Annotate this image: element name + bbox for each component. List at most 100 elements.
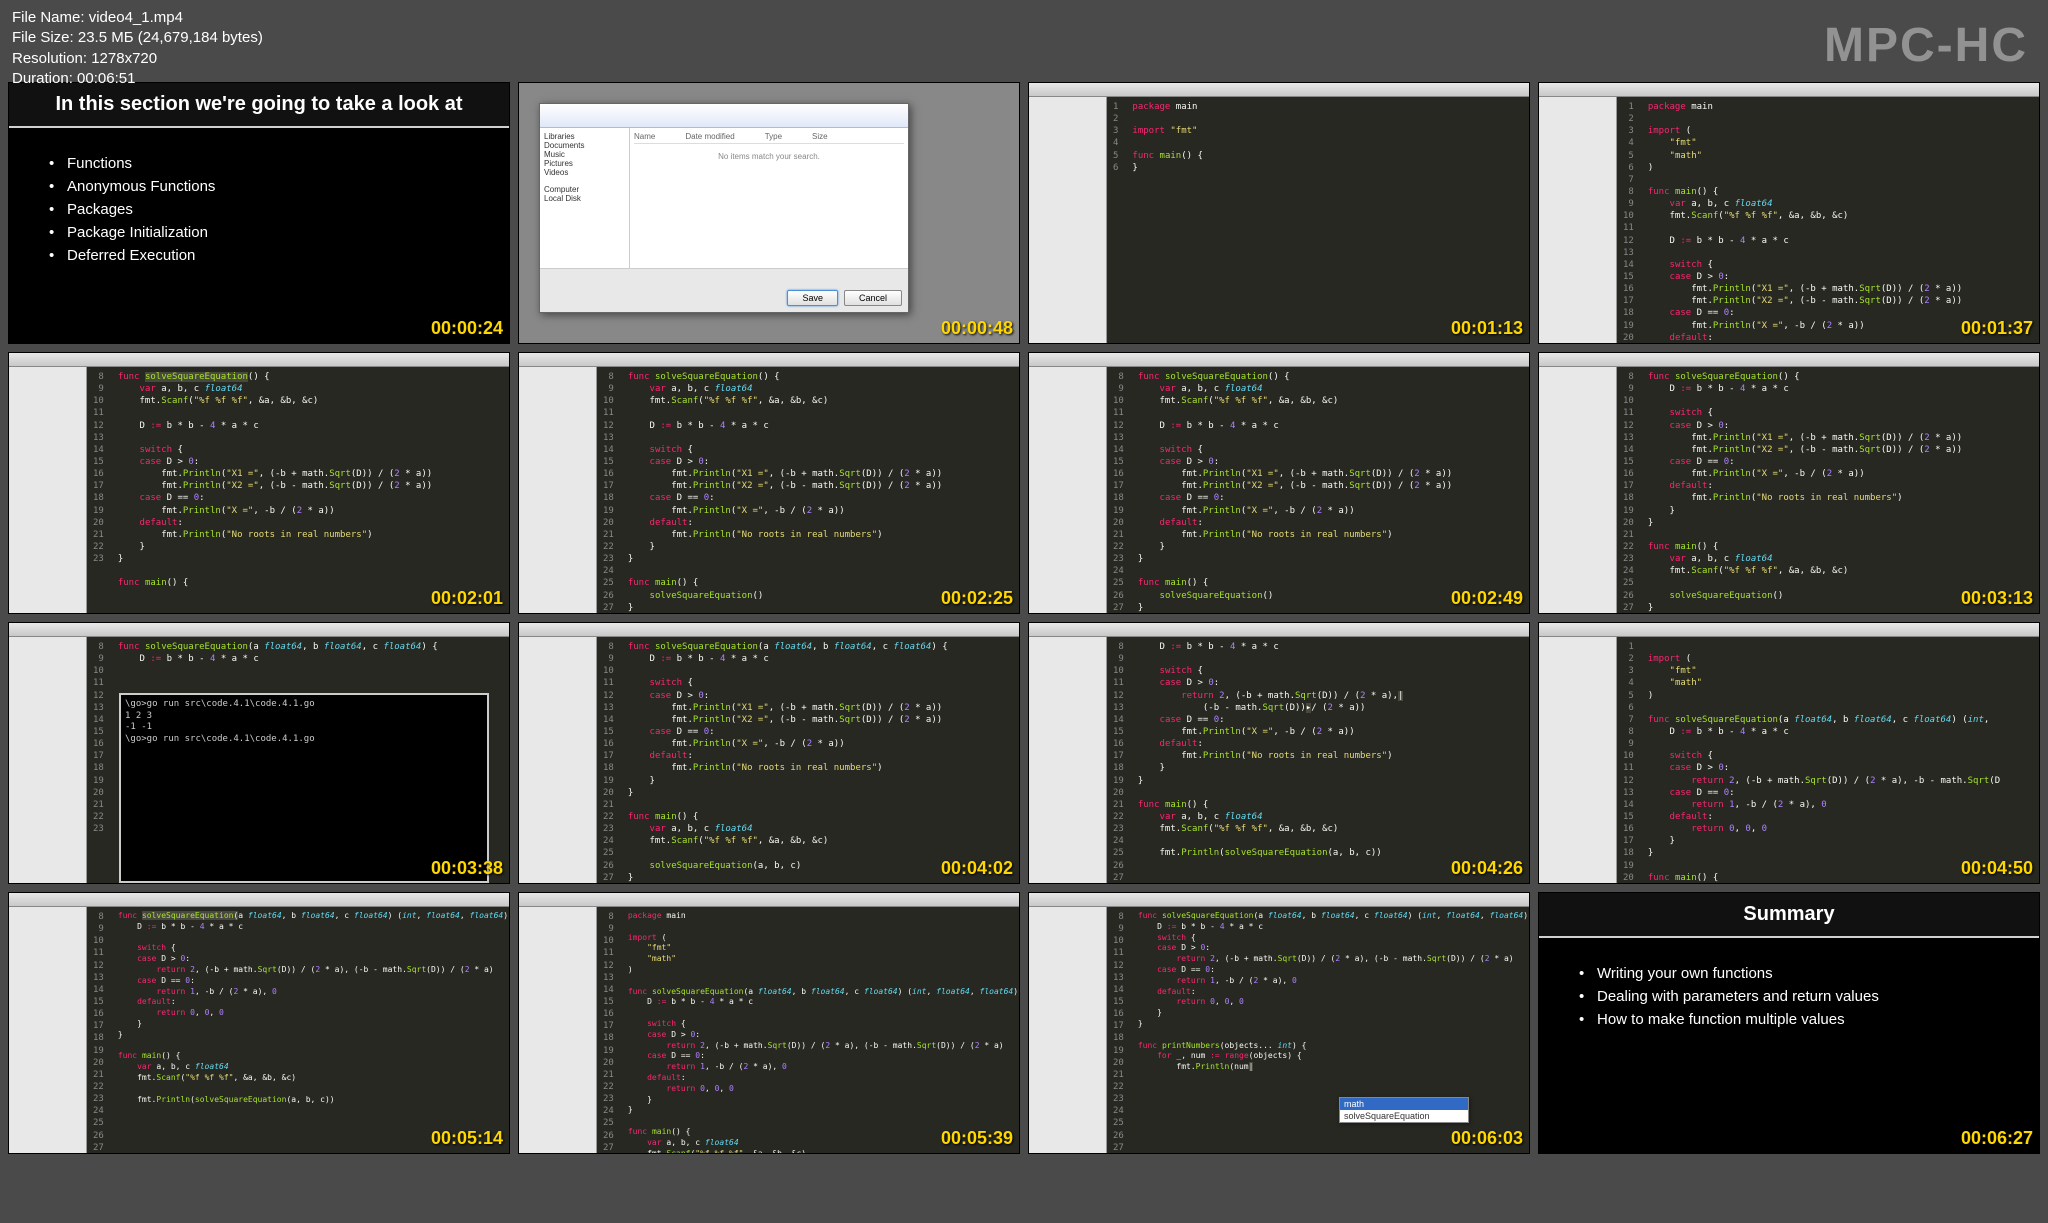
window-titlebar (519, 893, 1019, 907)
side-item[interactable]: Local Disk (544, 194, 625, 203)
autocomplete-dropdown[interactable]: math solveSquareEquation (1339, 1097, 1469, 1123)
gutter: 1 2 3 4 5 6 (1107, 97, 1124, 343)
thumb-2[interactable]: Libraries Documents Music Pictures Video… (518, 82, 1020, 344)
code[interactable]: package main import ( "fmt" "math" ) fun… (620, 907, 1019, 1153)
file-name: video4_1.mp4 (89, 9, 183, 26)
code[interactable]: import ( "fmt" "math" ) func solveSquare… (1640, 637, 2039, 883)
gutter: 1 2 3 4 5 6 7 8 9 10 11 12 13 14 15 16 1… (1617, 97, 1640, 343)
side-item[interactable]: Music (544, 150, 625, 159)
col[interactable]: Size (812, 132, 828, 141)
terminal[interactable]: \go>go run src\code.4.1\code.4.1.go1 2 3… (119, 693, 489, 883)
col[interactable]: Date modified (685, 132, 734, 141)
code[interactable]: package main import "fmt" func main() { … (1124, 97, 1529, 343)
window-titlebar (1029, 893, 1529, 907)
gutter: 8 9 10 11 12 13 14 15 16 17 18 19 20 21 … (597, 907, 620, 1153)
editor-sidebar[interactable] (1029, 907, 1107, 1153)
window-titlebar (9, 353, 509, 367)
intro-slide: In this section we're going to take a lo… (9, 83, 509, 343)
thumb-11[interactable]: 8 9 10 11 12 13 14 15 16 17 18 19 20 21 … (1028, 622, 1530, 884)
duration-label: Duration: (12, 70, 73, 87)
side-item[interactable]: Documents (544, 141, 625, 150)
thumb-13[interactable]: 8 9 10 11 12 13 14 15 16 17 18 19 20 21 … (8, 892, 510, 1154)
side-item[interactable]: Videos (544, 168, 625, 177)
code[interactable]: func solveSquareEquation() { var a, b, c… (1130, 367, 1529, 613)
timestamp: 00:00:24 (431, 318, 503, 339)
thumbnail-grid: In this section we're going to take a lo… (8, 82, 2040, 1154)
file-size: 23.5 МБ (24,679,184 bytes) (78, 29, 263, 46)
code[interactable]: func solveSquareEquation() { var a, b, c… (110, 367, 509, 613)
editor-sidebar[interactable] (1029, 97, 1107, 343)
gutter: 8 9 10 11 12 13 14 15 16 17 18 19 20 21 … (597, 637, 620, 883)
intro-item: Deferred Execution (39, 244, 479, 267)
empty-msg: No items match your search. (634, 144, 904, 161)
resolution: 1278x720 (91, 50, 157, 67)
editor-sidebar[interactable] (519, 907, 597, 1153)
code[interactable]: func solveSquareEquation(a float64, b fl… (110, 907, 509, 1153)
timestamp: 00:02:49 (1451, 588, 1523, 609)
summary-slide: Summary Writing your own functions Deali… (1539, 893, 2039, 1153)
thumb-14[interactable]: 8 9 10 11 12 13 14 15 16 17 18 19 20 21 … (518, 892, 1020, 1154)
gutter: 8 9 10 11 12 13 14 15 16 17 18 19 20 21 … (1107, 637, 1130, 883)
timestamp: 00:01:13 (1451, 318, 1523, 339)
thumb-10[interactable]: 8 9 10 11 12 13 14 15 16 17 18 19 20 21 … (518, 622, 1020, 884)
timestamp: 00:03:38 (431, 858, 503, 879)
editor-sidebar[interactable] (9, 637, 87, 883)
timestamp: 00:01:37 (1961, 318, 2033, 339)
code[interactable]: func solveSquareEquation() { var a, b, c… (620, 367, 1019, 613)
dropdown-item[interactable]: solveSquareEquation (1340, 1110, 1468, 1122)
code[interactable]: func solveSquareEquation(a float64, b fl… (1130, 907, 1529, 1153)
thumb-3[interactable]: 1 2 3 4 5 6 package main import "fmt" fu… (1028, 82, 1530, 344)
gutter: 8 9 10 11 12 13 14 15 16 17 18 19 20 21 … (87, 907, 110, 1153)
summary-item: Writing your own functions (1569, 962, 2009, 985)
editor-sidebar[interactable] (1539, 637, 1617, 883)
thumb-9[interactable]: 8 9 10 11 12 13 14 15 16 17 18 19 20 21 … (8, 622, 510, 884)
thumb-15[interactable]: 8 9 10 11 12 13 14 15 16 17 18 19 20 21 … (1028, 892, 1530, 1154)
thumb-5[interactable]: 8 9 10 11 12 13 14 15 16 17 18 19 20 21 … (8, 352, 510, 614)
cancel-button[interactable]: Cancel (844, 290, 902, 306)
editor-sidebar[interactable] (519, 367, 597, 613)
duration: 00:06:51 (77, 70, 135, 87)
code[interactable]: D := b * b - 4 * a * c switch { case D >… (1130, 637, 1529, 883)
thumb-1[interactable]: In this section we're going to take a lo… (8, 82, 510, 344)
timestamp: 00:02:25 (941, 588, 1013, 609)
editor-sidebar[interactable] (1029, 637, 1107, 883)
timestamp: 00:06:27 (1961, 1128, 2033, 1149)
col[interactable]: Name (634, 132, 655, 141)
side-item[interactable]: Pictures (544, 159, 625, 168)
side-item[interactable]: Libraries (544, 132, 625, 141)
thumb-6[interactable]: 8 9 10 11 12 13 14 15 16 17 18 19 20 21 … (518, 352, 1020, 614)
thumb-7[interactable]: 8 9 10 11 12 13 14 15 16 17 18 19 20 21 … (1028, 352, 1530, 614)
summary-title: Summary (1539, 893, 2039, 938)
col[interactable]: Type (765, 132, 782, 141)
editor-sidebar[interactable] (1029, 367, 1107, 613)
editor-sidebar[interactable] (1539, 367, 1617, 613)
editor-sidebar[interactable] (9, 367, 87, 613)
editor-sidebar[interactable] (1539, 97, 1617, 343)
thumb-16[interactable]: Summary Writing your own functions Deali… (1538, 892, 2040, 1154)
file-size-label: File Size: (12, 29, 74, 46)
thumb-4[interactable]: 1 2 3 4 5 6 7 8 9 10 11 12 13 14 15 16 1… (1538, 82, 2040, 344)
summary-item: How to make function multiple values (1569, 1008, 2009, 1031)
thumb-8[interactable]: 8 9 10 11 12 13 14 15 16 17 18 19 20 21 … (1538, 352, 2040, 614)
editor-sidebar[interactable] (9, 907, 87, 1153)
editor-sidebar[interactable] (519, 637, 597, 883)
dropdown-item[interactable]: math (1340, 1098, 1468, 1110)
timestamp: 00:04:26 (1451, 858, 1523, 879)
code[interactable]: func solveSquareEquation(a float64, b fl… (620, 637, 1019, 883)
code[interactable]: package main import ( "fmt" "math" ) fun… (1640, 97, 2039, 343)
timestamp: 00:04:50 (1961, 858, 2033, 879)
timestamp: 00:02:01 (431, 588, 503, 609)
save-button[interactable]: Save (787, 290, 838, 306)
dialog-header (540, 104, 908, 128)
gutter: 8 9 10 11 12 13 14 15 16 17 18 19 20 21 … (1617, 367, 1640, 613)
code[interactable]: func solveSquareEquation() { D := b * b … (1640, 367, 2039, 613)
timestamp: 00:06:03 (1451, 1128, 1523, 1149)
side-item[interactable]: Computer (544, 185, 625, 194)
save-dialog: Libraries Documents Music Pictures Video… (539, 103, 909, 313)
window-titlebar (1029, 353, 1529, 367)
window-titlebar (1029, 623, 1529, 637)
window-titlebar (1029, 83, 1529, 97)
thumb-12[interactable]: 1 2 3 4 5 6 7 8 9 10 11 12 13 14 15 16 1… (1538, 622, 2040, 884)
term-line: -1 -1 (125, 722, 483, 734)
timestamp: 00:03:13 (1961, 588, 2033, 609)
